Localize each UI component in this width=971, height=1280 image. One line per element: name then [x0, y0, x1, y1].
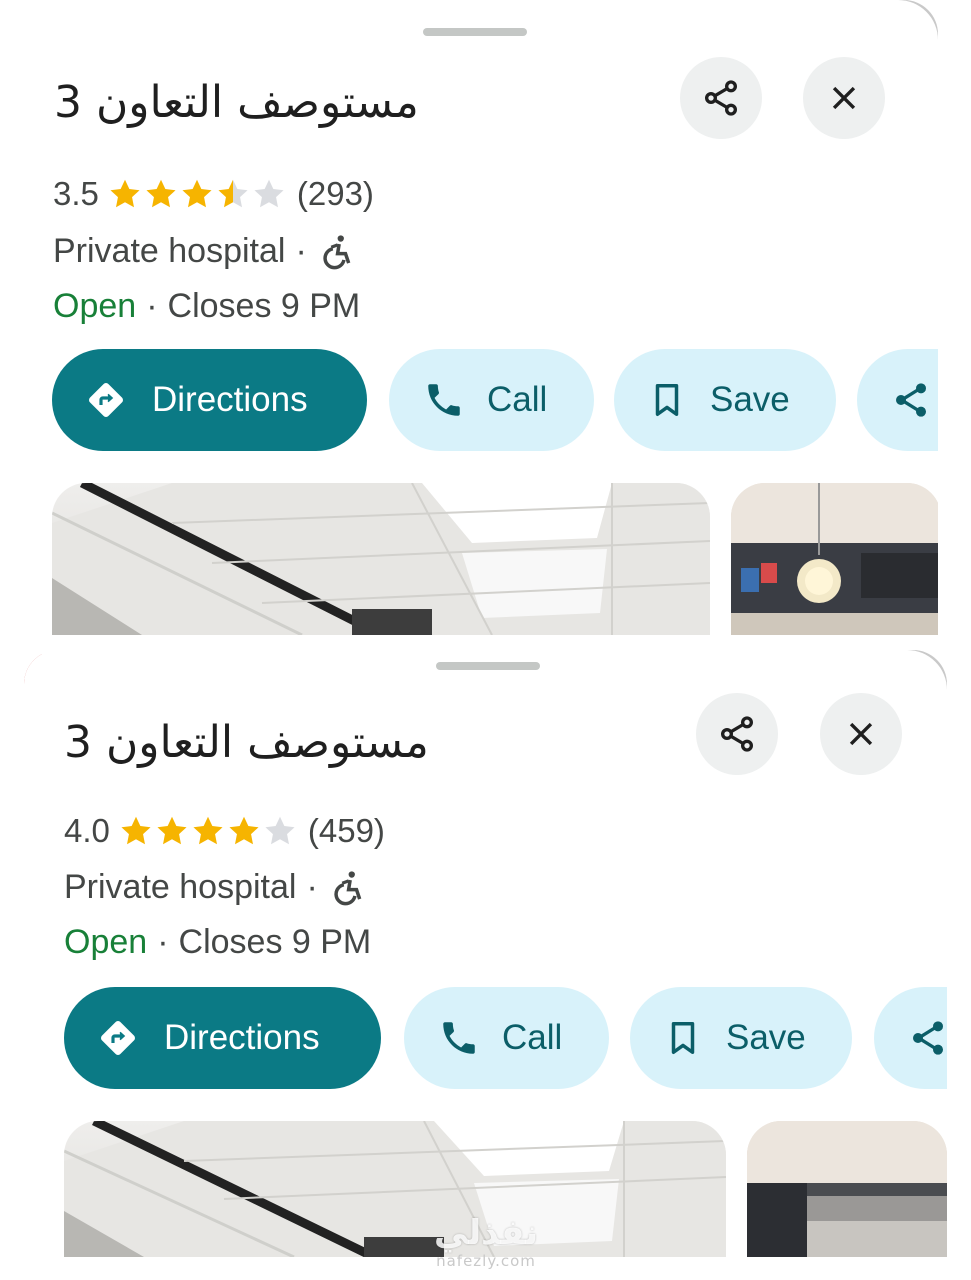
ceiling-photo-art	[64, 1121, 726, 1257]
share-icon	[721, 716, 753, 752]
bookmark-icon	[655, 384, 679, 416]
directions-icon	[88, 382, 124, 418]
place-title: مستوصف التعاون 3	[54, 77, 419, 128]
hours-row[interactable]: Open · Closes 9 PM	[64, 923, 371, 962]
save-label: Save	[726, 1018, 806, 1057]
watermark-url: nafezly.com	[436, 1252, 536, 1270]
phone-icon	[428, 384, 460, 416]
directions-button[interactable]: Directions	[52, 349, 367, 451]
directions-label: Directions	[152, 380, 308, 419]
drag-handle[interactable]	[423, 28, 527, 36]
place-sheet-bottom: مستوصف التعاون 3 4.0 (459) Private hospi…	[24, 650, 947, 1257]
call-button[interactable]: Call	[389, 349, 594, 451]
star-half-icon	[218, 179, 248, 208]
share-icon	[705, 80, 737, 116]
category-row: Private hospital ·	[53, 232, 355, 271]
phone-icon	[443, 1022, 475, 1054]
share-button[interactable]	[680, 57, 762, 139]
closing-time: Closes 9 PM	[167, 287, 361, 325]
rating-row[interactable]: 4.0 (459)	[64, 812, 385, 850]
separator-dot: ·	[306, 868, 318, 906]
separator-dot: ·	[157, 923, 169, 961]
open-status: Open	[53, 287, 137, 325]
place-photo-lobby[interactable]	[731, 483, 938, 635]
place-photo-lobby[interactable]	[747, 1121, 947, 1257]
hours-row[interactable]: Open · Closes 9 PM	[53, 287, 360, 326]
rating-value: 4.0	[64, 812, 110, 849]
star-full-icon	[193, 816, 223, 845]
drag-handle[interactable]	[436, 662, 540, 670]
star-full-icon	[121, 816, 151, 845]
closing-time: Closes 9 PM	[178, 923, 372, 961]
watermark-logo: نفذلي nafezly.com	[426, 1214, 546, 1270]
star-empty-icon	[265, 816, 295, 845]
star-full-icon	[182, 179, 212, 208]
share-icon	[896, 383, 926, 417]
wheelchair-accessible-icon	[334, 870, 362, 905]
lobby-photo-art	[731, 483, 938, 635]
place-photo-interior[interactable]	[64, 1121, 726, 1257]
open-status: Open	[64, 923, 148, 961]
share-button[interactable]	[696, 693, 778, 775]
rating-value: 3.5	[53, 175, 99, 212]
review-count[interactable]: (459)	[308, 812, 385, 850]
star-empty-icon	[254, 179, 284, 208]
wheelchair-accessible-icon	[323, 234, 351, 269]
call-label: Call	[502, 1018, 563, 1057]
directions-icon	[100, 1020, 136, 1056]
place-photo-interior[interactable]	[52, 483, 710, 635]
category-label: Private hospital	[53, 232, 286, 270]
save-button[interactable]: Save	[614, 349, 836, 451]
watermark-text: نفذلي	[433, 1213, 539, 1253]
category-label: Private hospital	[64, 868, 297, 906]
close-icon	[832, 86, 856, 110]
call-label: Call	[487, 380, 548, 419]
rating-stars	[118, 813, 298, 849]
directions-button[interactable]: Directions	[64, 987, 381, 1089]
bookmark-icon	[671, 1022, 695, 1054]
place-sheet-top: مستوصف التعاون 3 3.5 (293) Private hospi…	[22, 0, 938, 635]
save-label: Save	[710, 380, 790, 419]
separator-dot: ·	[146, 287, 158, 325]
place-title: مستوصف التعاون 3	[64, 717, 429, 768]
share-chip-button[interactable]	[857, 349, 938, 451]
call-button[interactable]: Call	[404, 987, 609, 1089]
share-icon	[913, 1021, 943, 1055]
directions-label: Directions	[164, 1018, 320, 1057]
share-chip-button[interactable]	[874, 987, 947, 1089]
close-button[interactable]	[803, 57, 885, 139]
ceiling-photo-art	[52, 483, 710, 635]
category-row: Private hospital ·	[64, 868, 366, 907]
star-full-icon	[146, 179, 176, 208]
star-full-icon	[157, 816, 187, 845]
star-full-icon	[229, 816, 259, 845]
star-full-icon	[110, 179, 140, 208]
review-count[interactable]: (293)	[297, 175, 374, 213]
save-button[interactable]: Save	[630, 987, 852, 1089]
close-button[interactable]	[820, 693, 902, 775]
lobby-photo-art	[747, 1121, 947, 1257]
close-icon	[849, 722, 873, 746]
rating-row[interactable]: 3.5 (293)	[53, 175, 374, 213]
rating-stars	[107, 176, 287, 212]
separator-dot: ·	[295, 232, 307, 270]
